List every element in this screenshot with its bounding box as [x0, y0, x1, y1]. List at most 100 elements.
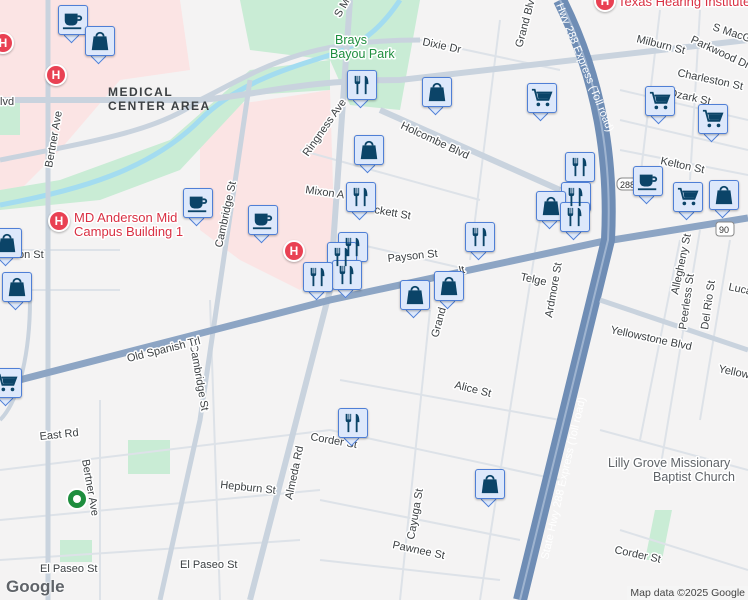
- svg-text:Alice St: Alice St: [453, 379, 492, 400]
- hospital-marker[interactable]: H: [283, 240, 305, 262]
- grocery-marker[interactable]: [527, 83, 557, 122]
- grocery-marker[interactable]: [645, 86, 675, 125]
- route-90-shield: 90: [715, 221, 735, 237]
- restaurant-marker[interactable]: [465, 222, 495, 261]
- svg-text:El Paseo St: El Paseo St: [40, 563, 97, 575]
- coffee-marker[interactable]: [248, 205, 278, 244]
- hospital-icon: H: [0, 36, 8, 50]
- svg-text:Grand Blvd: Grand Blvd: [513, 0, 539, 49]
- shopping-bag-icon: [404, 284, 426, 306]
- svg-text:Kelton St: Kelton St: [659, 155, 705, 176]
- restaurant-marker[interactable]: [347, 70, 377, 109]
- poi-label[interactable]: MD Anderson Mid: [73, 209, 179, 227]
- poi-label[interactable]: Campus Building 1: [73, 223, 185, 241]
- restaurant-marker[interactable]: [565, 152, 595, 191]
- restaurant-marker[interactable]: [560, 202, 590, 241]
- park-pin-icon[interactable]: [66, 488, 88, 510]
- svg-text:Telge: Telge: [519, 271, 547, 288]
- hospital-icon: H: [51, 68, 61, 82]
- park: [60, 540, 92, 562]
- svg-text:El Paseo St: El Paseo St: [180, 559, 237, 571]
- shopping-marker[interactable]: [354, 135, 384, 174]
- hospital-icon: H: [600, 0, 610, 8]
- area-label: MEDICAL: [108, 85, 173, 99]
- poi-label[interactable]: Lilly Grove Missionary: [607, 455, 733, 472]
- shopping-marker[interactable]: [709, 180, 739, 219]
- grocery-marker[interactable]: [673, 182, 703, 221]
- google-logo: Google: [6, 577, 65, 596]
- grocery-marker[interactable]: [698, 104, 728, 143]
- shopping-bag-icon: [0, 232, 18, 254]
- restaurant-icon: [336, 264, 358, 286]
- svg-text:Payson St: Payson St: [387, 248, 438, 265]
- hospital-marker[interactable]: H: [48, 210, 70, 232]
- coffee-marker[interactable]: [58, 5, 88, 44]
- shopping-cart-icon: [0, 372, 18, 394]
- restaurant-marker[interactable]: [332, 260, 362, 299]
- restaurant-icon: [342, 412, 364, 434]
- restaurant-icon: [350, 186, 372, 208]
- svg-text:lvd: lvd: [0, 96, 14, 108]
- svg-text:Ardmore St: Ardmore St: [543, 262, 564, 319]
- park-label: Bayou Park: [330, 47, 395, 61]
- park-label: Brays: [335, 33, 367, 47]
- shopping-bag-icon: [358, 139, 380, 161]
- shopping-bag-icon: [426, 81, 448, 103]
- hospital-icon: H: [54, 214, 64, 228]
- map-attribution[interactable]: Map data ©2025 Google: [627, 586, 748, 600]
- restaurant-icon: [564, 206, 586, 228]
- restaurant-icon: [469, 226, 491, 248]
- shopping-marker[interactable]: [0, 228, 22, 267]
- coffee-icon: [62, 9, 84, 31]
- svg-text:Hepburn St: Hepburn St: [220, 479, 277, 497]
- grocery-marker[interactable]: [0, 368, 22, 407]
- shopping-marker[interactable]: [434, 271, 464, 310]
- coffee-icon: [637, 170, 659, 192]
- svg-text:Grand: Grand: [429, 306, 449, 339]
- svg-text:East Rd: East Rd: [39, 427, 79, 443]
- hospital-marker[interactable]: H: [45, 64, 67, 86]
- shopping-bag-icon: [479, 473, 501, 495]
- shopping-cart-icon: [702, 108, 724, 130]
- coffee-icon: [252, 209, 274, 231]
- shopping-marker[interactable]: [475, 469, 505, 508]
- svg-text:Charleston St: Charleston St: [676, 67, 744, 93]
- old-spanish-trail-road: [0, 214, 748, 389]
- coffee-marker[interactable]: [633, 166, 663, 205]
- shopping-cart-icon: [649, 90, 671, 112]
- shopping-cart-icon: [677, 186, 699, 208]
- restaurant-marker[interactable]: [303, 262, 333, 301]
- shopping-marker[interactable]: [85, 26, 115, 65]
- restaurant-marker[interactable]: [338, 408, 368, 447]
- shopping-marker[interactable]: [400, 280, 430, 319]
- shopping-marker[interactable]: [2, 272, 32, 311]
- area-label: CENTER AREA: [108, 99, 211, 113]
- shopping-cart-icon: [531, 87, 553, 109]
- restaurant-marker[interactable]: [346, 182, 376, 221]
- shopping-bag-icon: [6, 276, 28, 298]
- restaurant-icon: [569, 156, 591, 178]
- svg-text:Yellow: Yellow: [717, 363, 748, 381]
- poi-label[interactable]: Baptist Church: [652, 469, 737, 486]
- hospital-icon: H: [289, 244, 299, 258]
- highway-label: Hwy 288 Express (Toll road): [553, 2, 616, 134]
- shopping-bag-icon: [438, 275, 460, 297]
- shopping-marker[interactable]: [422, 77, 452, 116]
- coffee-icon: [187, 192, 209, 214]
- restaurant-icon: [307, 266, 329, 288]
- svg-text:Del Rio St: Del Rio St: [699, 280, 718, 331]
- svg-text:Holcombe Blvd: Holcombe Blvd: [399, 120, 471, 162]
- svg-text:Luca: Luca: [727, 281, 748, 298]
- svg-text:Pawnee St: Pawnee St: [391, 539, 446, 562]
- park: [128, 440, 170, 474]
- svg-text:Dixie Dr: Dixie Dr: [421, 36, 462, 56]
- shopping-bag-icon: [540, 195, 562, 217]
- shopping-bag-icon: [713, 184, 735, 206]
- svg-text:ckett St: ckett St: [373, 204, 411, 222]
- shopping-bag-icon: [89, 30, 111, 52]
- restaurant-icon: [351, 74, 373, 96]
- svg-text:90: 90: [719, 225, 729, 235]
- restaurant-icon: [565, 186, 587, 208]
- poi-label[interactable]: Texas Hearing Institute: [617, 0, 748, 11]
- coffee-marker[interactable]: [183, 188, 213, 227]
